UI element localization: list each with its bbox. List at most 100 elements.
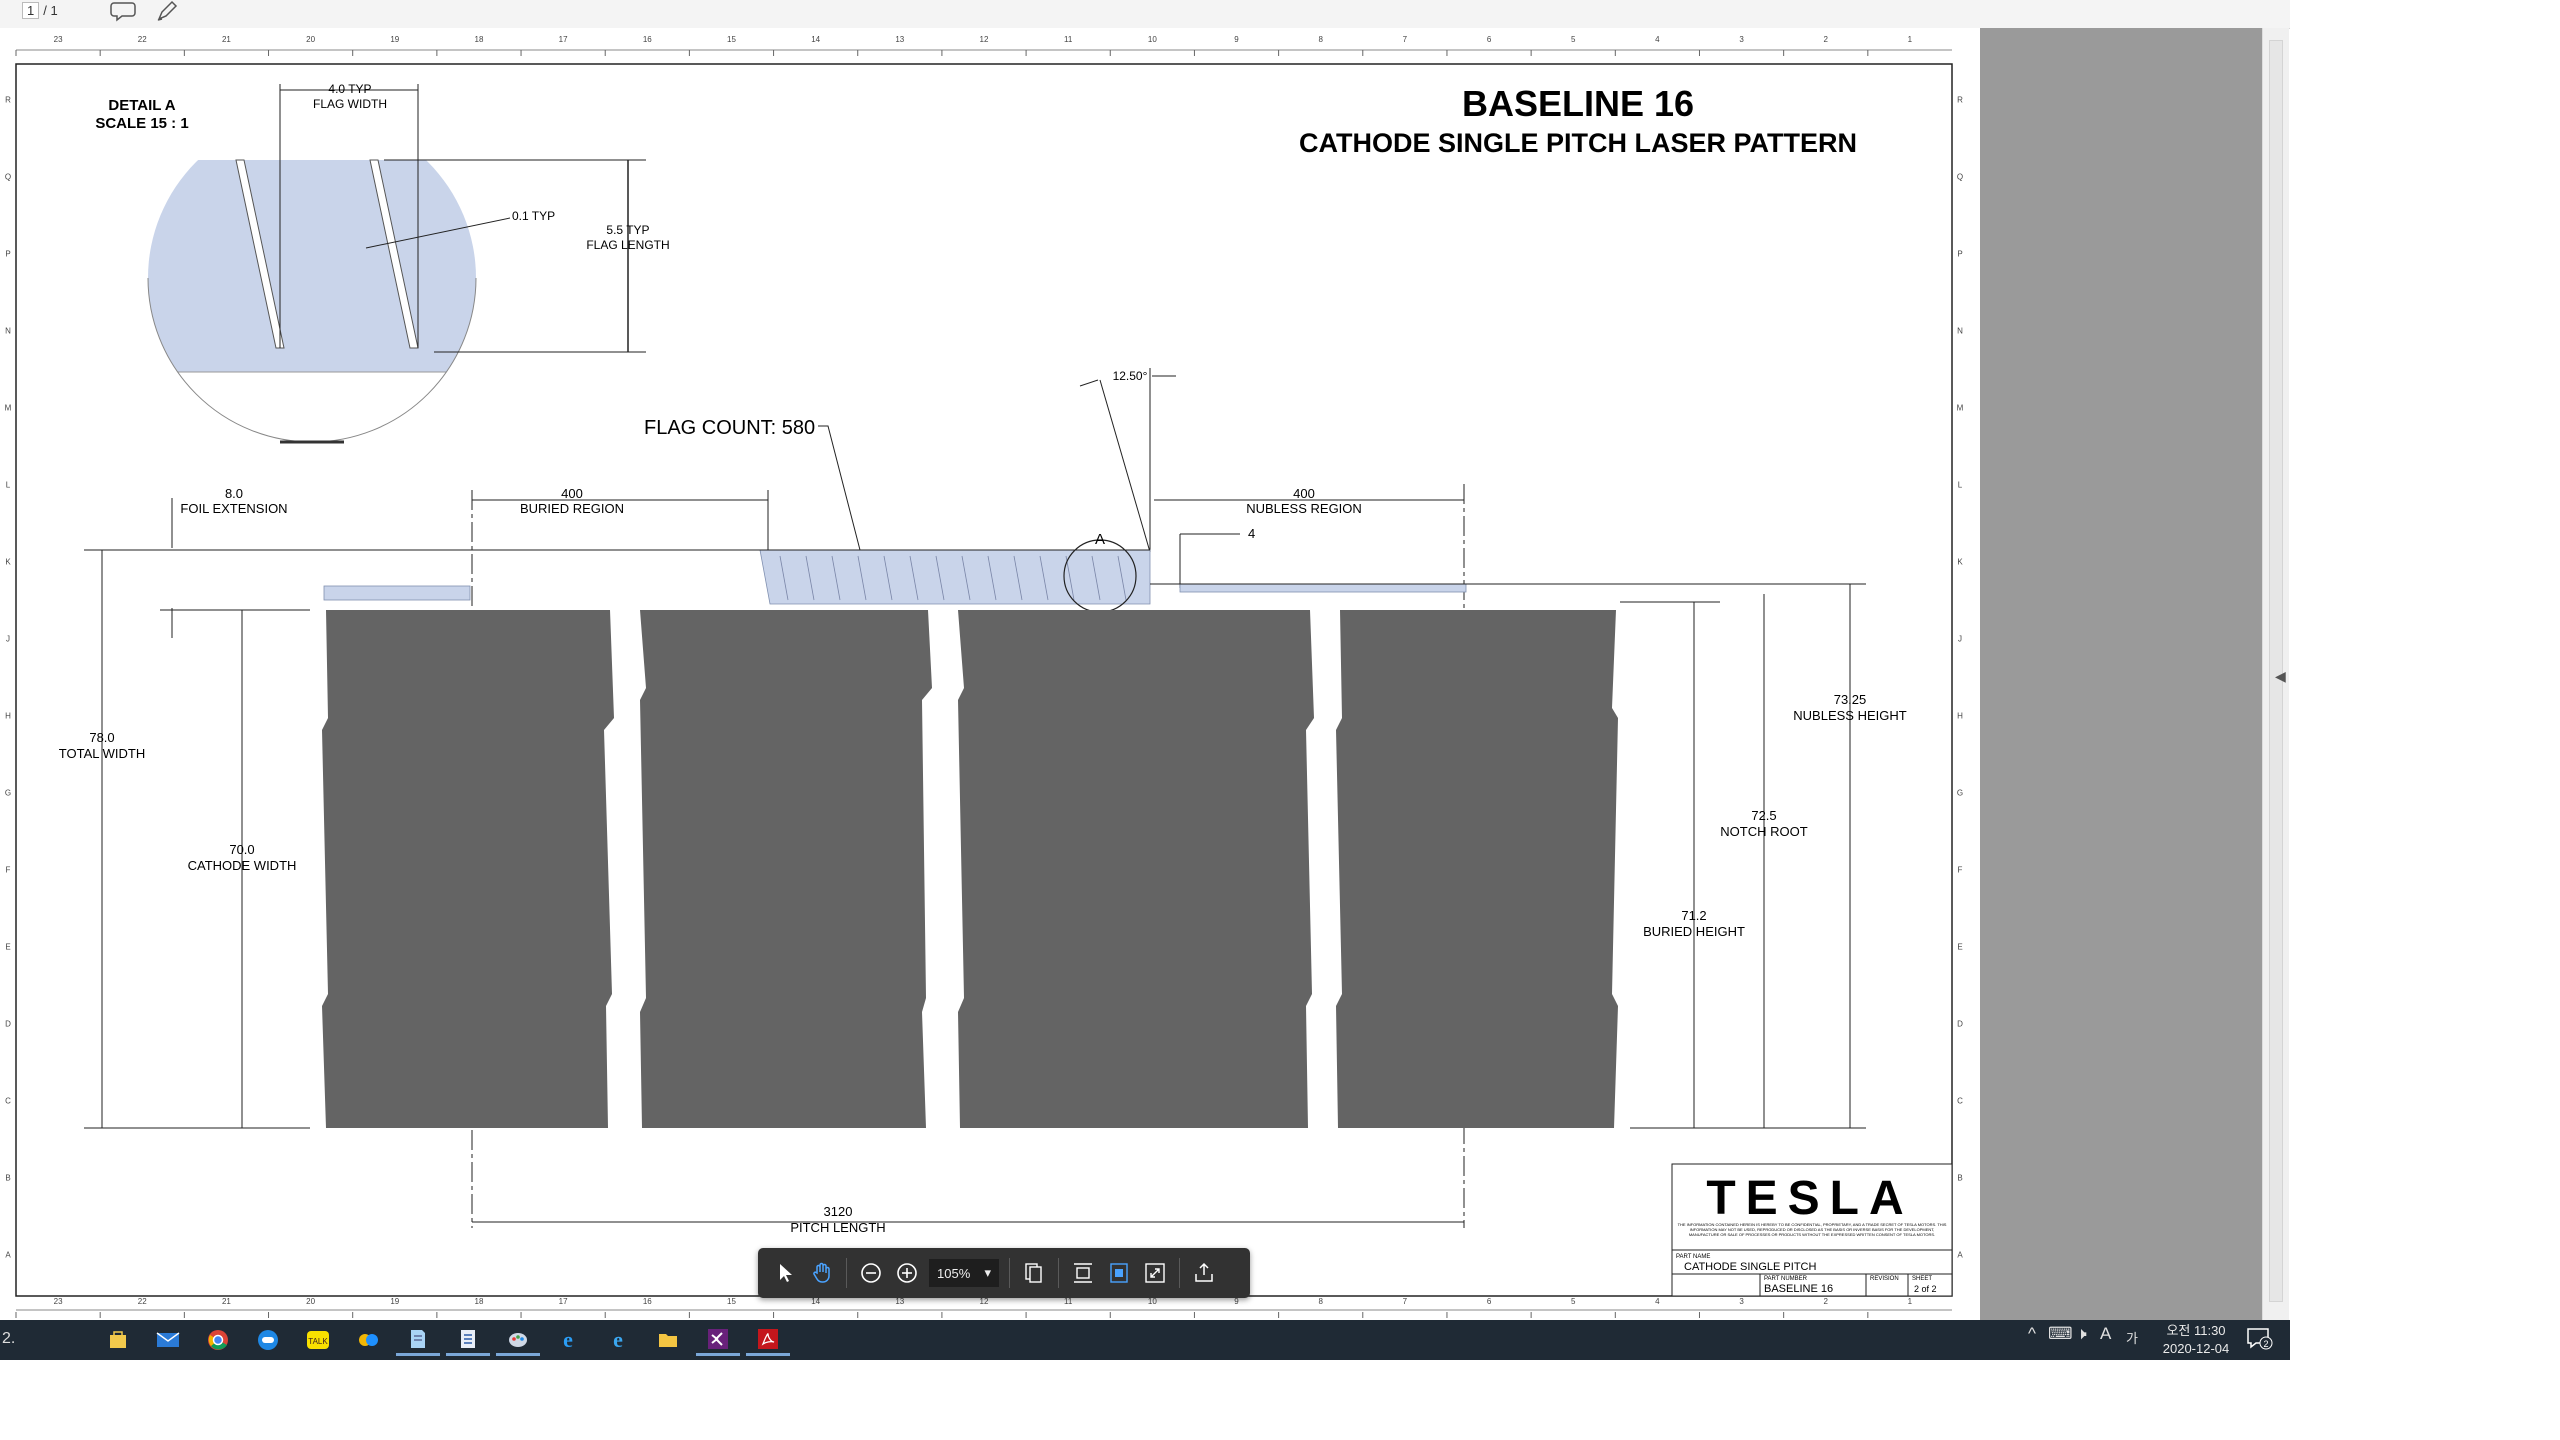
edge-icon[interactable]: e [596,1324,640,1356]
page-number-input[interactable]: 1 [22,2,40,19]
pen-icon[interactable] [154,0,180,22]
chat-app-icon[interactable] [346,1324,390,1356]
ruler-label: 8 [1318,35,1323,44]
flag-length-label: FLAG LENGTH [586,238,669,252]
buried-region-label: BURIED REGION [520,501,624,516]
detail-scale: SCALE 15 : 1 [95,115,188,132]
part-name-label: PART NAME [1676,1254,1710,1260]
separator [846,1258,847,1288]
ruler-label: 3 [1739,1297,1744,1306]
zoom-select[interactable]: 105% ▾ [929,1259,999,1287]
part-name: CATHODE SINGLE PITCH [1684,1261,1816,1273]
select-tool-icon[interactable] [768,1255,804,1291]
ruler-label: E [1957,943,1962,952]
acrobat-icon[interactable] [746,1324,790,1356]
nubless-height-label: NUBLESS HEIGHT [1793,708,1906,723]
messenger-icon[interactable] [246,1324,290,1356]
fit-width-icon[interactable] [1065,1255,1101,1291]
paint-icon[interactable] [496,1324,540,1356]
ruler-label: C [1957,1097,1963,1106]
detail-title: DETAIL A [108,97,175,114]
ruler-label: 18 [475,35,484,44]
notch-root-label: NOTCH ROOT [1720,824,1807,839]
ruler-label: 7 [1403,1297,1408,1306]
ruler-label: P [1957,250,1962,259]
file-explorer-icon[interactable] [646,1324,690,1356]
network-icon[interactable]: ⌨ [2048,1324,2073,1344]
engineering-drawing: 2323222221212020191918181717161615151414… [5,35,1964,1318]
zoom-in-icon[interactable] [889,1255,925,1291]
cathode-body [322,610,1618,1128]
hand-tool-icon[interactable] [804,1255,840,1291]
ruler-label: Q [1957,173,1963,182]
share-upload-icon[interactable] [1186,1255,1222,1291]
ruler-label: 13 [895,1297,904,1306]
ruler-label: J [6,635,10,644]
full-screen-icon[interactable] [1137,1255,1173,1291]
ruler-label: 1 [1908,1297,1913,1306]
page-indicator: 1/ 1 [22,2,84,19]
ruler-label: L [6,481,11,490]
chevron-up-icon[interactable]: ^ [2028,1324,2036,1344]
ime-mode[interactable]: 가 [2126,1328,2138,1347]
ruler-label: 12 [980,35,989,44]
ruler-label: L [1958,481,1963,490]
foil-strip-right [1179,583,1467,593]
buried-height-value: 71.2 [1681,908,1706,923]
windows-taskbar: 2. TALK e e ^ ⌨ 🕨 A 가 오전 11:30 2020-12-0… [0,1320,2290,1360]
mail-icon[interactable] [146,1324,190,1356]
svg-text:e: e [613,1329,623,1351]
zoom-value: 105% [937,1265,971,1281]
ruler-label: 11 [1064,35,1073,44]
chrome-icon[interactable] [196,1324,240,1356]
confidential-notice: THE INFORMATION CONTAINED HEREIN IS HERE… [1677,1222,1947,1237]
ruler-label: 5 [1571,35,1576,44]
foil-ext-label: FOIL EXTENSION [180,501,287,516]
ruler-label: Q [5,173,11,182]
nubless-region-label: NUBLESS REGION [1246,501,1362,516]
ruler-label: N [5,327,11,336]
buried-region-value: 400 [561,486,583,501]
flag-width-label: FLAG WIDTH [313,97,387,111]
ruler-label: R [1957,96,1963,105]
ruler-label: 19 [390,1297,399,1306]
ie-icon[interactable]: e [546,1324,590,1356]
document-icon[interactable] [446,1324,490,1356]
ruler-label: 10 [1148,35,1157,44]
fit-page-icon[interactable] [1101,1255,1137,1291]
visual-studio-icon[interactable] [696,1324,740,1356]
ruler-label: E [5,943,10,952]
revision-label: REVISION [1870,1276,1899,1282]
volume-icon[interactable]: 🕨 [2076,1324,2087,1344]
nub-gap-value: 4 [1248,526,1255,541]
zoom-out-icon[interactable] [853,1255,889,1291]
ruler-label: G [1957,789,1963,798]
page-layout-icon[interactable] [1016,1255,1052,1291]
foil-ext-value: 8.0 [225,486,243,501]
comment-icon[interactable] [110,0,136,22]
clock-date: 2020-12-04 [2162,1341,2230,1356]
notepad-icon[interactable] [396,1324,440,1356]
separator [1179,1258,1180,1288]
ruler-label: 15 [727,35,736,44]
ruler-label: H [1957,712,1963,721]
store-icon[interactable] [96,1324,140,1356]
ruler-label: 9 [1234,1297,1239,1306]
clock-time: 오전 11:30 [2166,1323,2226,1338]
part-number: BASELINE 16 [1764,1283,1833,1295]
ruler-label: 10 [1148,1297,1157,1306]
notification-icon[interactable]: 2 [2246,1326,2274,1355]
ruler-label: 23 [54,35,63,44]
kakaotalk-icon[interactable]: TALK [296,1324,340,1356]
ruler-label: 17 [559,1297,568,1306]
system-clock[interactable]: 오전 11:30 2020-12-04 [2156,1322,2236,1358]
ruler-label: F [6,866,11,875]
panel-collapse-icon[interactable]: ◀ [2275,668,2286,685]
ruler-label: 6 [1487,35,1492,44]
ruler-label: 9 [1234,35,1239,44]
ruler-label: 1 [1908,35,1913,44]
ime-language[interactable]: A [2100,1324,2111,1344]
nubless-height-value: 73.25 [1834,692,1867,707]
ruler-label: 7 [1403,35,1408,44]
part-number-label: PART NUMBER [1764,1276,1808,1282]
